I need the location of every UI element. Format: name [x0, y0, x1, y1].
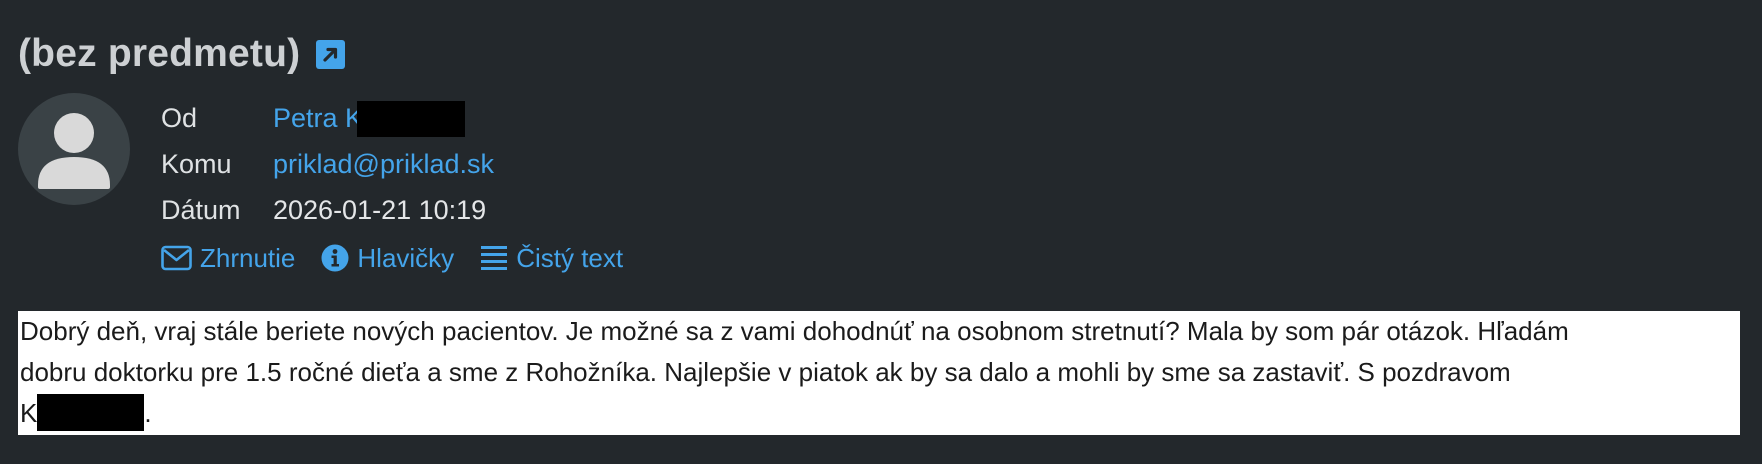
summary-button[interactable]: Zhrnutie: [161, 243, 295, 274]
to-link[interactable]: priklad@priklad.sk: [273, 149, 494, 180]
date-label: Dátum: [161, 194, 241, 225]
message-line: dobru doktorku pre 1.5 ročné dieťa a sme…: [20, 357, 1511, 387]
signature-end: .: [144, 398, 152, 428]
plain-text-label: Čistý text: [516, 242, 624, 273]
subject-header: (bez predmetu): [18, 26, 346, 82]
headers-button[interactable]: Hlavičky: [321, 243, 454, 274]
from-label: Od: [161, 102, 198, 133]
to-row: Komu priklad@priklad.sk: [161, 141, 494, 187]
info-icon: [321, 244, 349, 272]
view-actions: Zhrnutie Hlavičky Čistý text: [161, 240, 649, 276]
envelope-icon: [161, 245, 192, 271]
email-meta: Od Petra K Komu priklad@priklad.sk Dátum…: [161, 95, 494, 233]
user-avatar-icon: [38, 113, 110, 189]
from-wrap: Petra K: [273, 100, 465, 137]
from-link[interactable]: Petra K: [273, 103, 363, 133]
lines-icon: [481, 246, 508, 270]
date-value: 2026-01-21 10:19: [273, 194, 487, 225]
redaction-bar: [357, 100, 465, 137]
headers-label: Hlavičky: [357, 242, 455, 273]
plain-text-button[interactable]: Čistý text: [480, 243, 623, 274]
message-body: Dobrý deň, vraj stále beriete nových pac…: [18, 311, 1740, 435]
external-link-icon[interactable]: [316, 39, 346, 69]
sender-avatar: [18, 93, 130, 205]
summary-label: Zhrnutie: [200, 242, 296, 273]
date-row: Dátum 2026-01-21 10:19: [161, 187, 494, 233]
message-line-signature: K.: [20, 393, 1738, 434]
signature-initial: K: [20, 398, 38, 428]
redaction-bar: [37, 393, 145, 431]
from-row: Od Petra K: [161, 95, 494, 141]
message-line: Dobrý deň, vraj stále beriete nových pac…: [20, 316, 1569, 346]
email-subject: (bez predmetu): [18, 32, 301, 75]
to-label: Komu: [161, 148, 232, 179]
